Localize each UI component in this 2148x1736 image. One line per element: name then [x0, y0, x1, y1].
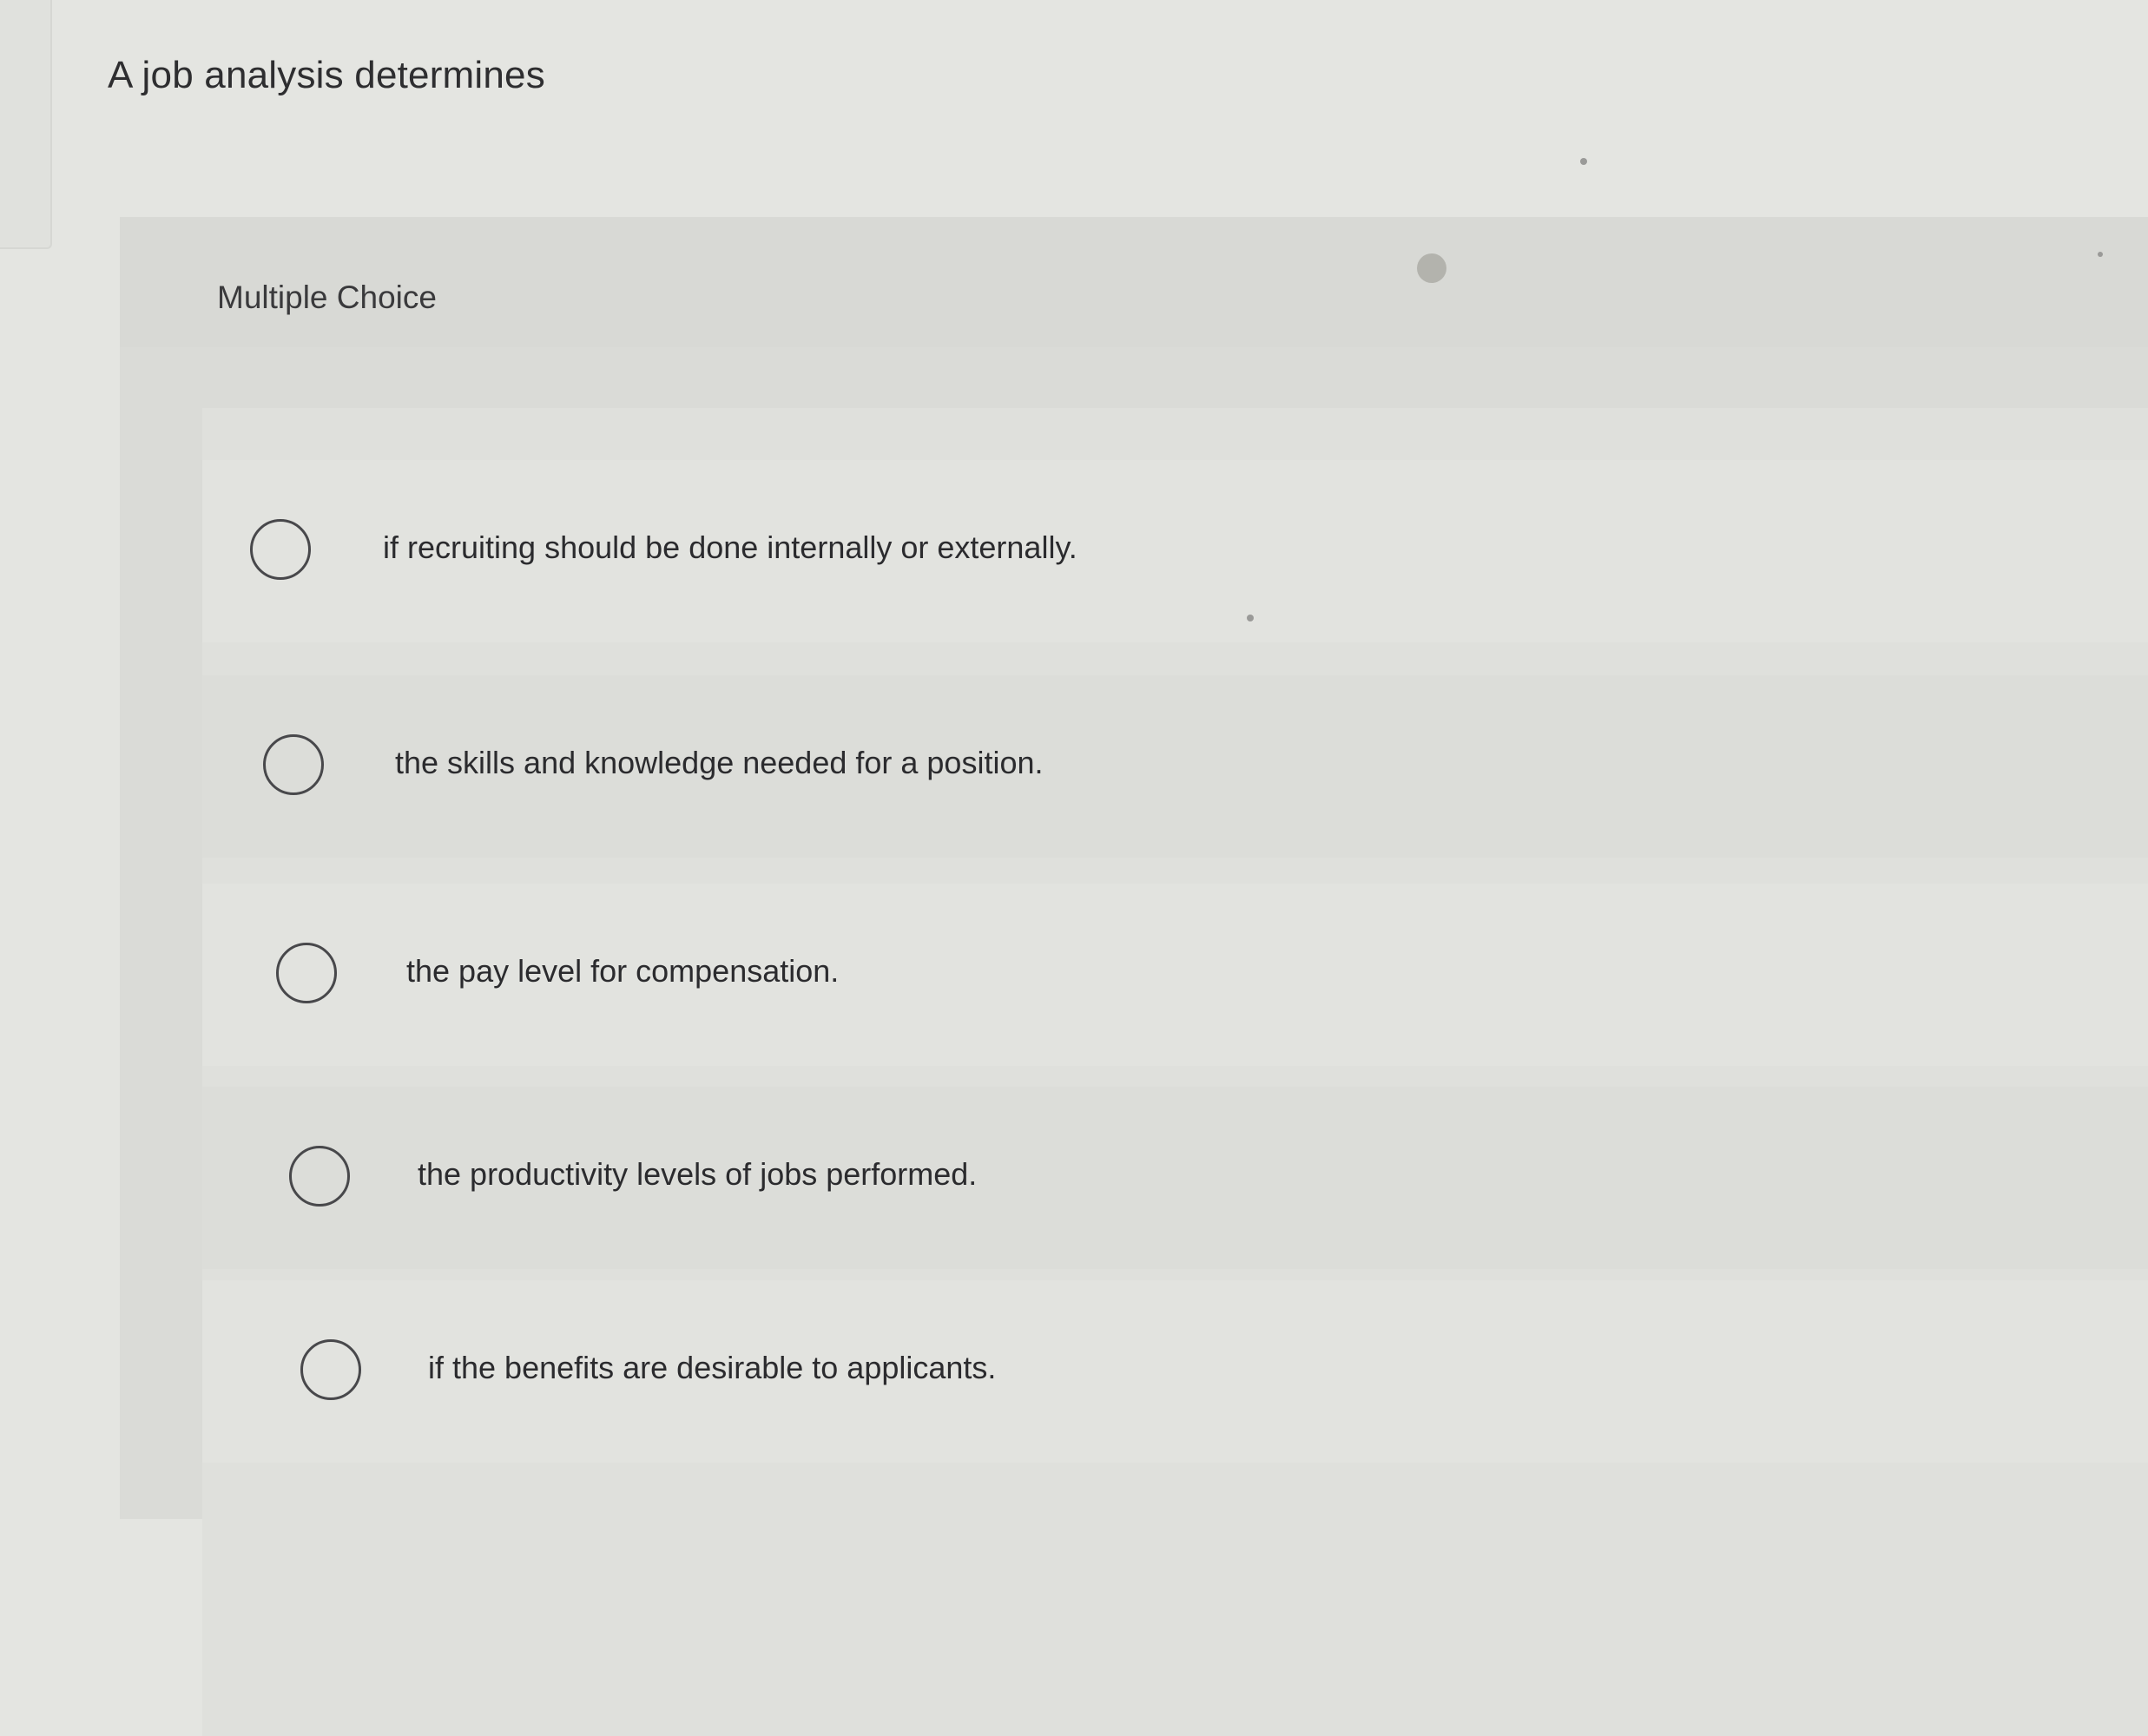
- screen-smudge: [1417, 253, 1446, 283]
- answer-option-1[interactable]: if recruiting should be done internally …: [202, 460, 2148, 642]
- radio-button-icon[interactable]: [289, 1146, 350, 1207]
- radio-button-icon[interactable]: [263, 734, 324, 795]
- answer-panel: Multiple Choice if recruiting should be …: [120, 217, 2148, 1736]
- radio-button-icon[interactable]: [250, 519, 311, 580]
- left-panel-edge: [0, 0, 52, 249]
- screen-speck: [1580, 158, 1587, 165]
- answer-option-label: the productivity levels of jobs performe…: [418, 1156, 978, 1192]
- answer-options-list: if recruiting should be done internally …: [202, 408, 2148, 1736]
- screen-speck: [2098, 252, 2103, 257]
- question-type-band: Multiple Choice: [120, 217, 2148, 347]
- answer-option-label: the pay level for compensation.: [406, 953, 840, 989]
- radio-button-icon[interactable]: [276, 943, 337, 1003]
- answer-option-label: if recruiting should be done internally …: [383, 529, 1077, 565]
- answer-option-4[interactable]: the productivity levels of jobs performe…: [202, 1087, 2148, 1269]
- answer-option-3[interactable]: the pay level for compensation.: [202, 884, 2148, 1066]
- answer-option-label: if the benefits are desirable to applica…: [428, 1350, 997, 1385]
- radio-button-icon[interactable]: [300, 1339, 361, 1400]
- question-prompt: A job analysis determines: [108, 54, 545, 96]
- answer-option-label: the skills and knowledge needed for a po…: [395, 745, 1044, 780]
- screen-speck: [1247, 615, 1254, 621]
- answer-option-2[interactable]: the skills and knowledge needed for a po…: [202, 675, 2148, 858]
- question-type-label: Multiple Choice: [217, 279, 437, 315]
- answer-option-5[interactable]: if the benefits are desirable to applica…: [202, 1280, 2148, 1463]
